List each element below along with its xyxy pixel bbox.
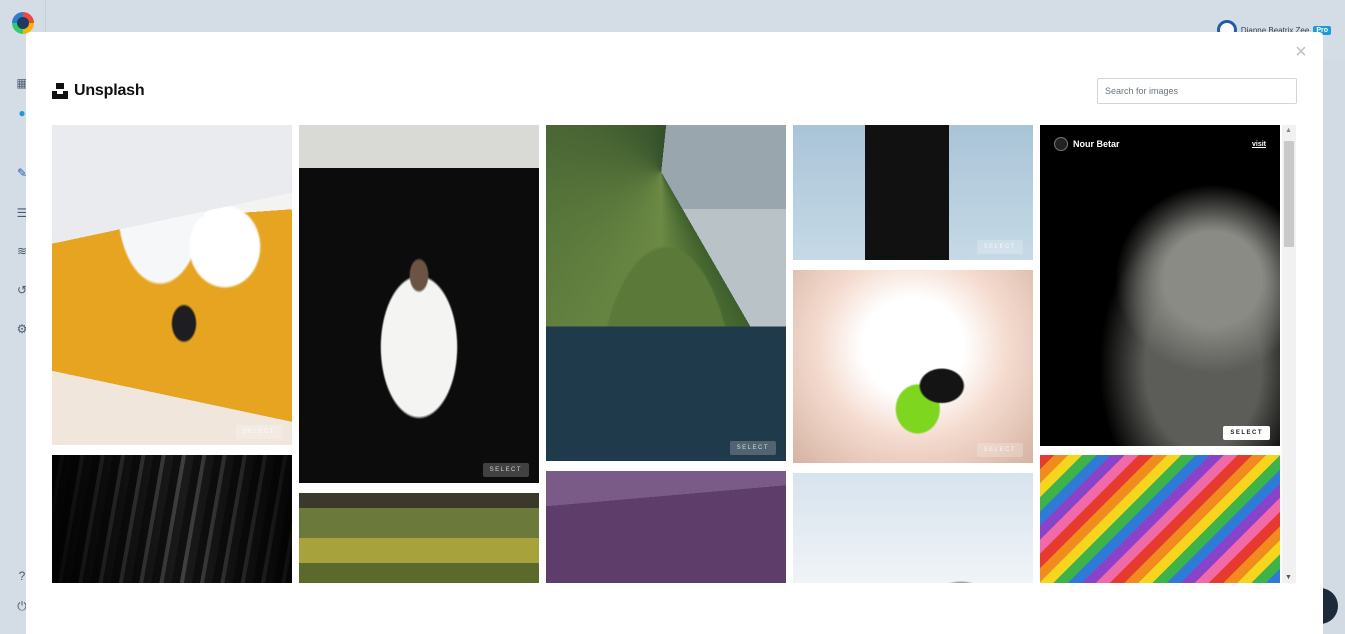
gallery-image[interactable]: SELECT xyxy=(52,125,292,445)
select-button[interactable]: SELECT xyxy=(1223,426,1270,440)
close-icon[interactable]: × xyxy=(1292,42,1310,62)
app-logo[interactable] xyxy=(12,12,34,34)
scroll-down-icon[interactable]: ▼ xyxy=(1285,574,1292,581)
visit-link[interactable]: visit xyxy=(1252,141,1266,148)
gallery-image[interactable]: SELECT xyxy=(299,125,539,483)
gallery-image[interactable]: SELECT xyxy=(546,125,786,461)
brand-title: Unsplash xyxy=(74,82,145,99)
select-button[interactable]: SELECT xyxy=(976,443,1023,457)
search-input[interactable] xyxy=(1097,78,1297,104)
gallery-image[interactable] xyxy=(1040,455,1280,583)
unsplash-logo-icon xyxy=(52,83,68,99)
select-button[interactable]: SELECT xyxy=(729,441,776,455)
gallery-image[interactable] xyxy=(546,471,786,583)
ad-author[interactable]: Nour Betar xyxy=(1054,137,1120,151)
scroll-thumb[interactable] xyxy=(1284,141,1294,247)
scroll-up-icon[interactable]: ▲ xyxy=(1285,127,1292,134)
select-button[interactable]: SELECT xyxy=(235,425,282,439)
gallery-image[interactable]: SELECT xyxy=(793,270,1033,463)
gallery-image[interactable] xyxy=(299,493,539,583)
gallery-image[interactable]: SELECT xyxy=(793,125,1033,260)
select-button[interactable]: SELECT xyxy=(976,240,1023,254)
unsplash-brand: Unsplash xyxy=(52,82,145,100)
sponsored-image[interactable]: Nour Betar visit SELECT xyxy=(1040,125,1280,446)
author-name: Nour Betar xyxy=(1073,139,1120,149)
unsplash-modal: × Unsplash SELECT SELECT SELECT xyxy=(26,32,1323,634)
gallery-image[interactable] xyxy=(793,473,1033,583)
gallery-image[interactable] xyxy=(52,455,292,583)
select-button[interactable]: SELECT xyxy=(482,463,529,477)
image-gallery: SELECT SELECT SELECT SELECT SELECT Nour … xyxy=(52,125,1281,583)
author-avatar xyxy=(1054,137,1068,151)
gallery-scrollbar[interactable]: ▲ ▼ xyxy=(1282,125,1296,583)
